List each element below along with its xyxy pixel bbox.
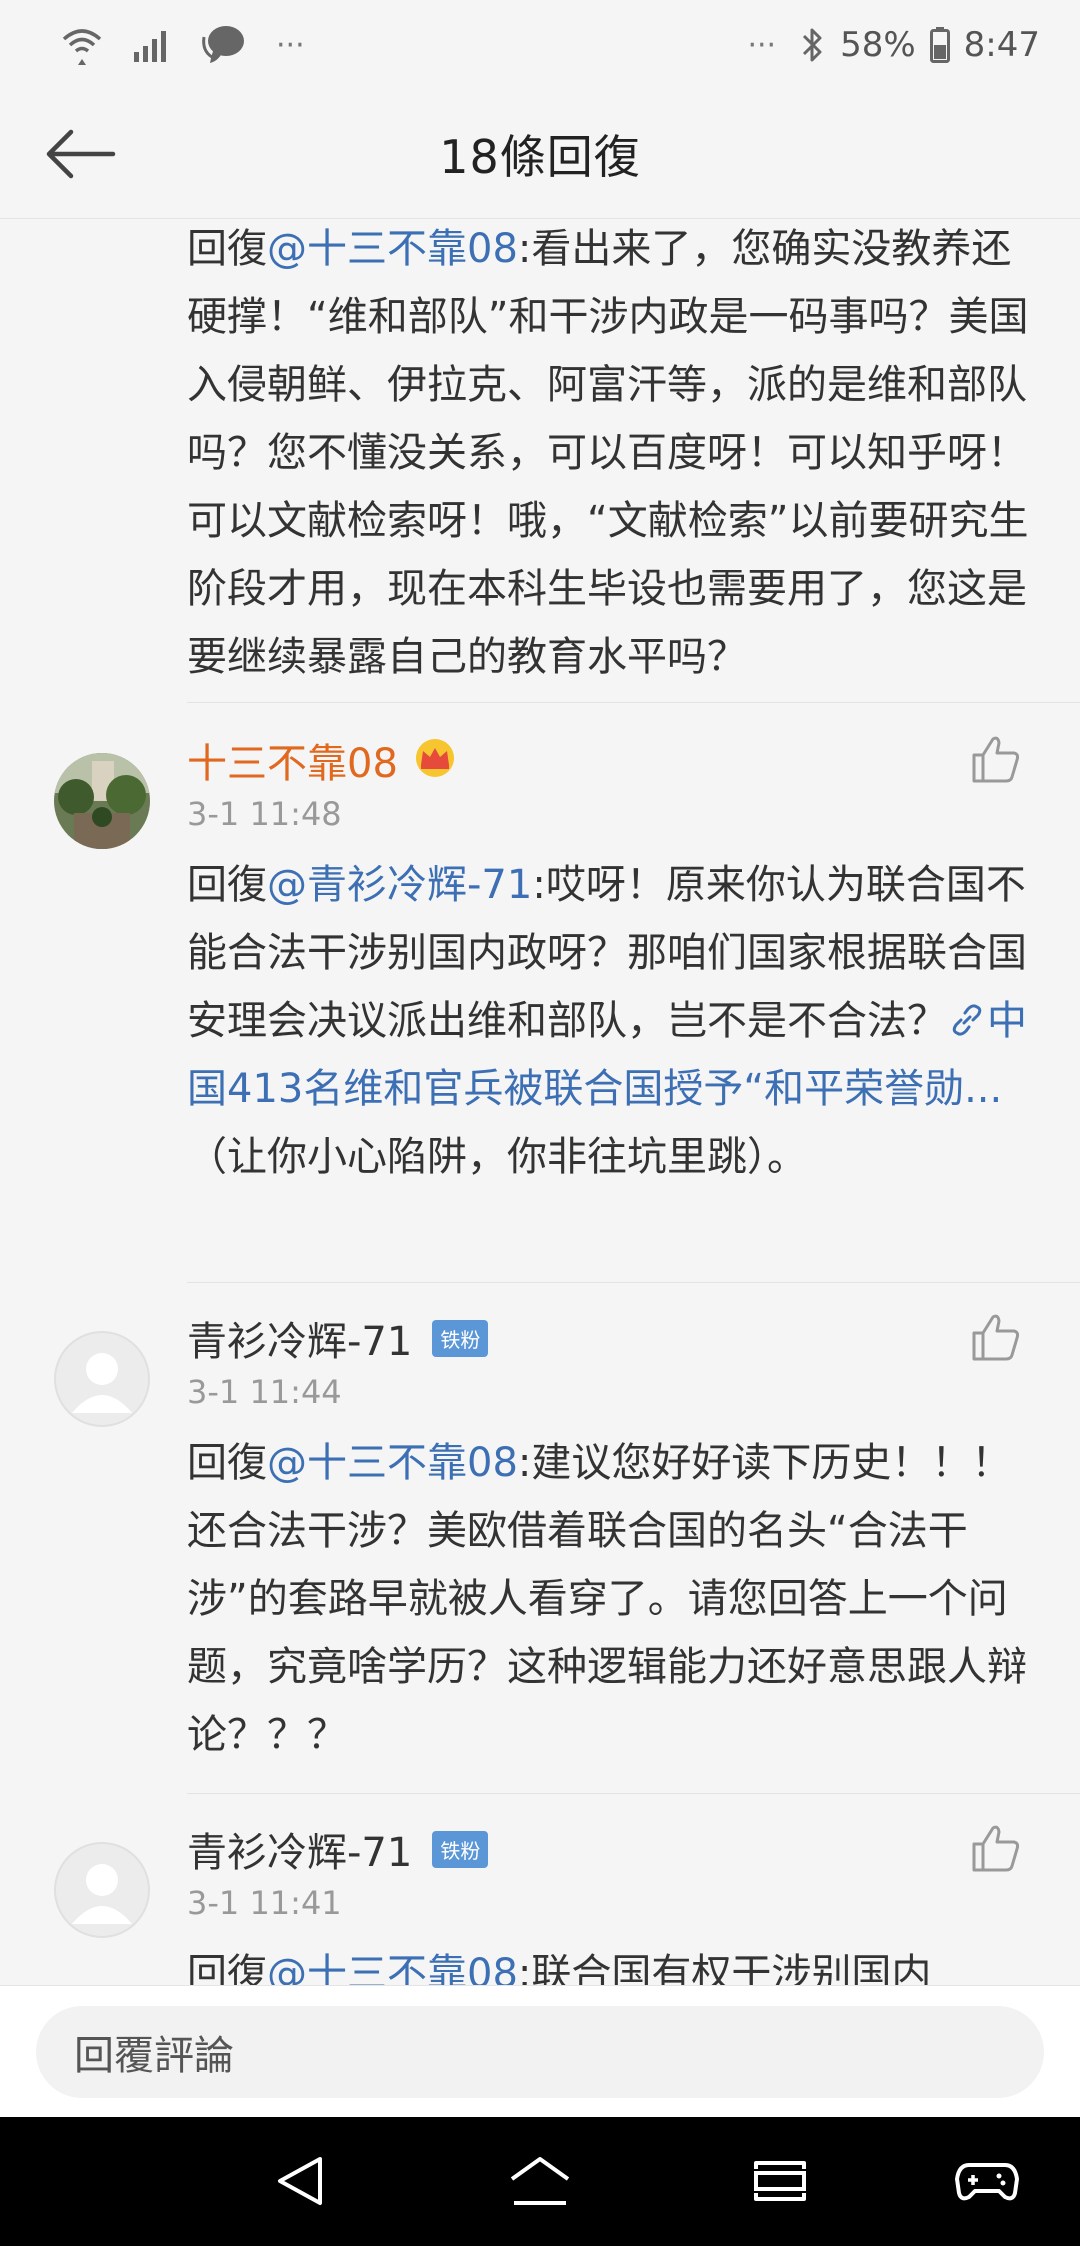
back-button[interactable] [40, 118, 120, 190]
link-icon [952, 1004, 982, 1036]
avatar[interactable] [54, 1842, 150, 1938]
reply-prefix: 回復 [187, 862, 267, 908]
comment-list[interactable]: 回復@十三不靠08:看出来了，您确实没教养还硬撑！“维和部队”和干涉内政是一码事… [0, 219, 1080, 1985]
like-button[interactable] [970, 1311, 1022, 1363]
author-row: 十三不靠08 [187, 731, 458, 789]
nav-back-button[interactable] [265, 2149, 335, 2213]
home-icon [510, 2157, 570, 2205]
author-name[interactable]: 十三不靠08 [187, 731, 398, 789]
comment-tail: （让你小心陷阱，你非往坑里跳）。 [187, 1134, 807, 1180]
comment-time: 3-1 11:48 [187, 795, 342, 833]
screen: ··· ··· 58% 8:47 18條回復 回復@十三不靠08:看出来了，您确… [0, 0, 1080, 2246]
mention-link[interactable]: @十三不靠08 [267, 226, 518, 272]
avatar[interactable] [54, 1331, 150, 1427]
like-button[interactable] [970, 1822, 1022, 1874]
reply-prefix: 回復 [187, 1951, 267, 1985]
battery-icon [929, 27, 950, 63]
battery-percent: 58% [840, 25, 916, 65]
nav-home-button[interactable] [505, 2149, 575, 2213]
comment-time: 3-1 11:41 [187, 1884, 342, 1922]
comment-text: 回復@十三不靠08:建议您好好读下历史！！！还合法干涉？美欧借着联合国的名头“合… [187, 1429, 1047, 1769]
thumbs-up-icon [972, 736, 1020, 783]
comment-text: 回復@青衫冷辉-71:哎呀！原来你认为联合国不能合法干涉别国内政呀？那咱们国家根… [187, 851, 1047, 1191]
author-row: 青衫冷辉-71 铁粉 [187, 1309, 489, 1367]
comment-body: :联合国有权干涉别国内 [517, 1951, 932, 1985]
nav-recents-button[interactable] [745, 2149, 815, 2213]
reply-text: 回復@十三不靠08:看出来了，您确实没教养还硬撑！“维和部队”和干涉内政是一码事… [187, 219, 1047, 691]
status-more-right: ··· [747, 27, 777, 63]
navigation-bar [0, 2117, 1080, 2246]
recents-icon [754, 2161, 806, 2201]
signal-icon [132, 28, 172, 62]
page-title: 18條回復 [439, 130, 641, 184]
comment-body: :建议您好好读下历史！！！还合法干涉？美欧借着联合国的名头“合法干涉”的套路早就… [187, 1440, 1027, 1758]
comment-item: 青衫冷辉-71 铁粉 3-1 11:41 回復@十三不靠08:联合国有权干涉别国… [0, 1794, 1080, 1985]
reply-input[interactable]: 回覆評論 [36, 2006, 1044, 2098]
fan-badge: 铁粉 [432, 1319, 489, 1357]
clock: 8:47 [963, 25, 1040, 65]
reply-prefix: 回復 [187, 1440, 267, 1486]
thumbs-up-icon [972, 1314, 1020, 1361]
reply-prefix: 回復 [187, 226, 267, 272]
back-triangle-icon [278, 2157, 322, 2205]
author-name[interactable]: 青衫冷辉-71 [187, 1309, 412, 1367]
comment-item: 青衫冷辉-71 铁粉 3-1 11:44 回復@十三不靠08:建议您好好读下历史… [0, 1283, 1080, 1793]
header: 18條回復 [0, 90, 1080, 219]
like-button[interactable] [970, 733, 1022, 785]
status-bar: ··· ··· 58% 8:47 [0, 0, 1080, 90]
crown-icon [412, 737, 458, 783]
thumbs-up-icon [972, 1825, 1020, 1872]
author-row: 青衫冷辉-71 铁粉 [187, 1820, 489, 1878]
reply-input-placeholder: 回覆評論 [74, 2033, 234, 2079]
author-name[interactable]: 青衫冷辉-71 [187, 1820, 412, 1878]
reply-body: :看出来了，您确实没教养还硬撑！“维和部队”和干涉内政是一码事吗？美国入侵朝鲜、… [187, 226, 1029, 680]
arrow-left-icon [46, 129, 116, 179]
status-more-left: ··· [276, 27, 305, 63]
mention-link[interactable]: @青衫冷辉-71 [267, 862, 532, 908]
reply-input-bar: 回覆評論 [0, 1985, 1080, 2118]
status-right: ··· 58% 8:47 [747, 25, 1040, 65]
nav-game-button[interactable] [952, 2149, 1022, 2213]
mention-link[interactable]: @十三不靠08 [267, 1951, 518, 1985]
mention-link[interactable]: @十三不靠08 [267, 1440, 518, 1486]
comment-text: 回復@十三不靠08:联合国有权干涉别国内 [187, 1940, 1047, 1985]
fan-badge: 铁粉 [432, 1830, 489, 1868]
avatar[interactable] [54, 753, 150, 849]
game-controller-icon [955, 2163, 1019, 2201]
wifi-icon [60, 25, 104, 65]
comment-item: 十三不靠08 3-1 11:48 回復@青衫冷辉-71:哎呀！原来你认为联合国不… [0, 703, 1080, 1180]
comment-time: 3-1 11:44 [187, 1373, 342, 1411]
status-left: ··· [60, 23, 305, 67]
bluetooth-icon [800, 25, 826, 65]
chat-bubble-icon [200, 23, 248, 67]
